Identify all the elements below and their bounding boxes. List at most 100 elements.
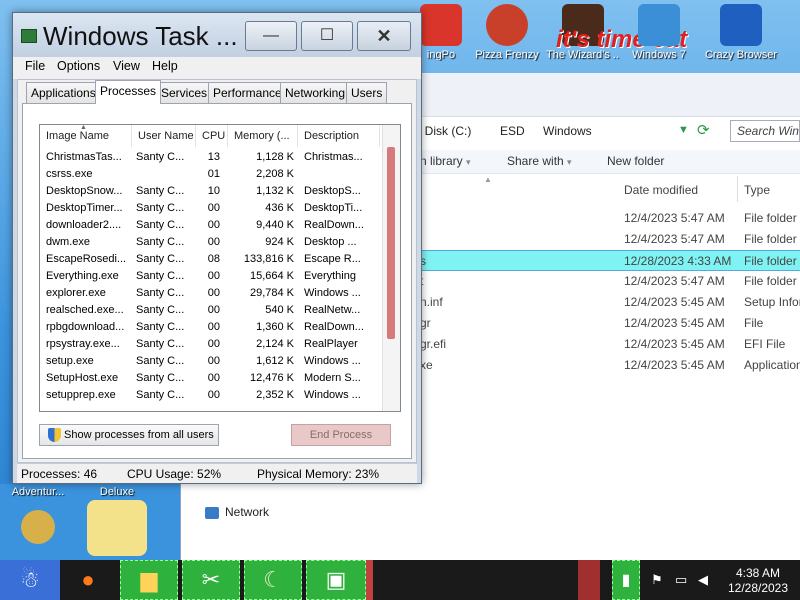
- process-row[interactable]: explorer.exe Santy C... 00 29,784 K Windows …: [40, 285, 380, 302]
- process-row[interactable]: setupprep.exe Santy C... 00 2,352 K Windows …: [40, 387, 380, 404]
- column-cpu[interactable]: CPU: [196, 125, 228, 147]
- nav-network[interactable]: Network: [205, 505, 269, 519]
- process-cell: Santy C...: [136, 219, 185, 231]
- tab-performance[interactable]: Performance: [208, 82, 287, 103]
- maximize-button[interactable]: ☐: [301, 21, 353, 51]
- taskbar-moon-app[interactable]: ☾: [244, 560, 302, 600]
- column-date-modified[interactable]: Date modified: [624, 183, 698, 197]
- menu-view[interactable]: View: [113, 59, 140, 73]
- process-cell: Santy C...: [136, 253, 185, 265]
- task-manager-icon: [21, 29, 37, 43]
- process-cell: explorer.exe: [46, 287, 106, 299]
- process-row[interactable]: setup.exe Santy C... 00 1,612 K Windows ...: [40, 353, 380, 370]
- desktop-icon-crazy-browser[interactable]: Crazy Browser: [704, 4, 778, 61]
- windows-icon: [638, 4, 680, 46]
- taskbar-explorer[interactable]: ▆: [120, 560, 178, 600]
- show-all-processes-button[interactable]: Show processes from all users: [39, 424, 219, 446]
- flag-icon[interactable]: ⚑: [651, 572, 663, 588]
- taskbar-task-manager[interactable]: ▣: [306, 560, 366, 600]
- process-row[interactable]: dwm.exe Santy C... 00 924 K Desktop ...: [40, 234, 380, 251]
- process-cell: 00: [207, 389, 220, 401]
- breadcrumb-esd[interactable]: ESD: [500, 124, 525, 138]
- dropdown-arrow-icon[interactable]: ▼: [678, 124, 689, 136]
- process-row[interactable]: SetupHost.exe Santy C... 00 12,476 K Modern …: [40, 370, 380, 387]
- process-cell: 1,132 K: [256, 185, 294, 197]
- status-processes: Processes: 46: [21, 467, 98, 481]
- desktop-icon-adventure[interactable]: Adventur...: [2, 486, 74, 547]
- vertical-scrollbar[interactable]: [382, 125, 400, 411]
- tray-app[interactable]: ▮: [612, 560, 640, 600]
- taskbar-firefox[interactable]: ●: [64, 560, 112, 600]
- process-cell: downloader2....: [46, 219, 122, 231]
- process-cell: Santy C...: [136, 236, 185, 248]
- menu-help[interactable]: Help: [152, 59, 178, 73]
- tab-users[interactable]: Users: [346, 82, 388, 103]
- process-cell: 436 K: [265, 202, 294, 214]
- new-folder-button[interactable]: New folder: [607, 154, 664, 168]
- tab-networking[interactable]: Networking: [280, 82, 351, 103]
- tab-applications[interactable]: Applications: [26, 82, 101, 103]
- sort-up-icon: ▲: [484, 175, 492, 184]
- desktop-icon-pizza-frenzy[interactable]: Pizza Frenzy: [470, 4, 544, 61]
- column-image-name[interactable]: ▲ Image Name: [40, 125, 132, 147]
- search-input[interactable]: Search Wind: [730, 120, 800, 142]
- title-bar[interactable]: Windows Task ... — ☐ ✕: [13, 13, 421, 57]
- include-library-button[interactable]: n library ▾: [420, 154, 471, 168]
- tab-processes[interactable]: Processes: [95, 80, 162, 104]
- column-user-name[interactable]: User Name: [132, 125, 196, 147]
- clock[interactable]: 4:38 AM 12/28/2023: [720, 566, 796, 596]
- process-cell: Santy C...: [136, 304, 185, 316]
- end-process-button[interactable]: End Process: [291, 424, 391, 446]
- process-cell: Santy C...: [136, 372, 185, 384]
- close-button[interactable]: ✕: [357, 21, 411, 51]
- network-tray-icon[interactable]: ▭: [675, 572, 687, 588]
- process-cell: Windows ...: [304, 355, 361, 367]
- menu-file[interactable]: File: [25, 59, 45, 73]
- desktop-icon-windows7[interactable]: Windows 7: [622, 4, 696, 61]
- process-row[interactable]: rpsystray.exe... Santy C... 00 2,124 K RealP…: [40, 336, 380, 353]
- firefox-icon: ●: [81, 567, 95, 592]
- process-cell: Santy C...: [136, 151, 185, 163]
- process-row[interactable]: downloader2.... Santy C... 00 9,440 K RealDo…: [40, 217, 380, 234]
- share-with-button[interactable]: Share with ▾: [507, 154, 572, 168]
- clock-time: 4:38 AM: [735, 566, 781, 580]
- clock-date: 12/28/2023: [727, 581, 789, 595]
- process-cell: realsched.exe...: [46, 304, 124, 316]
- monitor-icon: ▣: [325, 567, 347, 592]
- santa-icon: ☃: [20, 567, 40, 592]
- process-cell: DesktopSnow...: [46, 185, 123, 197]
- uac-shield-icon: [48, 428, 61, 442]
- volume-icon[interactable]: ◀: [698, 572, 708, 588]
- refresh-icon[interactable]: ⟳: [697, 121, 710, 139]
- scrollbar-thumb[interactable]: [387, 147, 395, 339]
- process-cell: 00: [207, 321, 220, 333]
- minimize-button[interactable]: —: [245, 21, 297, 51]
- process-cell: 1,128 K: [256, 151, 294, 163]
- process-row[interactable]: Everything.exe Santy C... 00 15,664 K Everyt…: [40, 268, 380, 285]
- process-cell: Everything: [304, 270, 356, 282]
- taskbar-snipping[interactable]: ✂: [182, 560, 240, 600]
- process-cell: Santy C...: [136, 355, 185, 367]
- process-row[interactable]: ChristmasTas... Santy C... 13 1,128 K Christ…: [40, 149, 380, 166]
- menu-options[interactable]: Options: [57, 59, 100, 73]
- process-cell: 00: [207, 236, 220, 248]
- column-description[interactable]: Description: [298, 125, 380, 147]
- process-cell: Modern S...: [304, 372, 361, 384]
- process-cell: EscapeRosedi...: [46, 253, 127, 265]
- process-cell: 924 K: [265, 236, 294, 248]
- process-row[interactable]: EscapeRosedi... Santy C... 08 133,816 K Esca…: [40, 251, 380, 268]
- breadcrumb-windows[interactable]: Windows: [543, 124, 592, 138]
- desktop-icon-deluxe[interactable]: Deluxe: [80, 486, 154, 559]
- process-cell: 2,124 K: [256, 338, 294, 350]
- process-cell: 2,352 K: [256, 389, 294, 401]
- process-row[interactable]: DesktopSnow... Santy C... 10 1,132 K Desktop…: [40, 183, 380, 200]
- process-cell: dwm.exe: [46, 236, 91, 248]
- process-row[interactable]: realsched.exe... Santy C... 00 540 K RealNet…: [40, 302, 380, 319]
- process-row[interactable]: rpbgdownload... Santy C... 00 1,360 K RealDo…: [40, 319, 380, 336]
- process-row[interactable]: csrss.exe 01 2,208 K: [40, 166, 380, 183]
- start-button[interactable]: ☃: [0, 560, 60, 600]
- column-memory[interactable]: Memory (...: [228, 125, 298, 147]
- column-type[interactable]: Type: [744, 183, 770, 197]
- tab-services[interactable]: Services: [156, 82, 213, 103]
- process-row[interactable]: DesktopTimer... Santy C... 00 436 K DesktopT…: [40, 200, 380, 217]
